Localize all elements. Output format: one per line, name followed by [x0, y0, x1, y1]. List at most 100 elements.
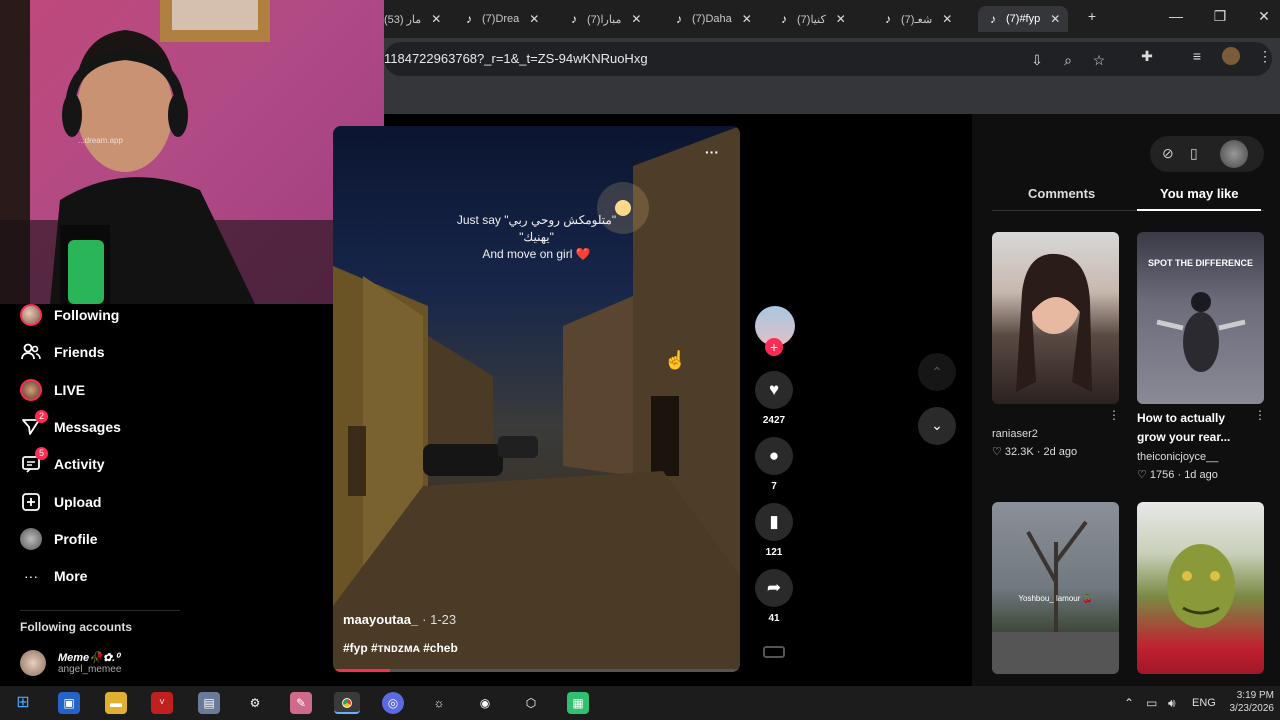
share-icon[interactable]: ➦: [755, 569, 793, 607]
windows-taskbar: ⊞ ▣ ▬ V ▤ ⚙ ✎ ◎ ☼ ◉ ⬡ ▦ ⌃ ▭ 🔊︎ ENG 3:19 …: [0, 686, 1280, 720]
card-likes-row: ♡ 32.3K · 2d ago: [992, 446, 1078, 458]
browser-tab[interactable]: (53) مار ✕: [384, 6, 441, 32]
discord-icon[interactable]: ◎: [382, 692, 404, 714]
video-author[interactable]: maayoutaa_: [343, 612, 418, 627]
close-tab-icon[interactable]: ✕: [836, 12, 846, 26]
tiktok-icon: ♪: [676, 12, 682, 26]
browser-tab[interactable]: ♪ مبارا(7) ✕: [567, 6, 641, 32]
tab-you-may-like[interactable]: You may like: [1160, 186, 1239, 201]
app-icon[interactable]: ☼: [428, 692, 450, 714]
messages-badge: 2: [35, 410, 48, 423]
browser-tab[interactable]: ♪ (7)Daha ✕: [672, 6, 752, 32]
sidebar-item-upload[interactable]: Upload: [20, 490, 101, 514]
windows-start-icon[interactable]: ⊞: [12, 692, 34, 714]
browser-tab[interactable]: ♪ شعـ(7) ✕: [881, 6, 952, 32]
tiktok-icon: ♪: [781, 12, 787, 26]
close-tab-icon[interactable]: ✕: [431, 12, 441, 26]
mini-player-icon[interactable]: [763, 646, 785, 658]
language-indicator[interactable]: ENG: [1192, 697, 1216, 709]
card-author[interactable]: raniaser2: [992, 428, 1038, 440]
volume-icon[interactable]: 🔊︎: [1168, 696, 1176, 711]
video-progress-track[interactable]: [333, 669, 740, 672]
close-window-button[interactable]: ✕: [1254, 8, 1274, 25]
extensions-icon[interactable]: ✚: [1138, 47, 1156, 65]
profile-avatar-icon[interactable]: [1222, 47, 1240, 65]
like-action[interactable]: ♥ 2427: [755, 371, 793, 426]
following-account-item[interactable]: Meme🥀✿.⁰ angel_memee: [20, 650, 121, 676]
store-icon[interactable]: ▣: [58, 692, 80, 714]
right-panel: ⊘ ▯ Comments You may like raniaser2 ♡ 32…: [972, 114, 1280, 686]
video-card-thumbnail[interactable]: Yoshbou_ lamour 🍒: [992, 502, 1119, 674]
sidebar-item-profile[interactable]: Profile: [20, 527, 98, 551]
messages-icon: 2: [20, 410, 48, 438]
share-action[interactable]: ➦ 41: [755, 569, 793, 624]
previous-video-button[interactable]: ⌃: [918, 353, 956, 391]
like-count: 2427: [762, 415, 786, 426]
video-more-icon[interactable]: ···: [705, 144, 719, 160]
bookmark-icon[interactable]: ▮: [755, 503, 793, 541]
sidebar-item-friends[interactable]: Friends: [20, 340, 105, 364]
minimize-button[interactable]: —: [1166, 8, 1186, 24]
voice-app-icon[interactable]: V: [151, 692, 173, 714]
clock[interactable]: 3:19 PM 3/23/2026: [1228, 689, 1275, 715]
install-app-icon[interactable]: ⇩: [1028, 51, 1046, 69]
maximize-button[interactable]: ❐: [1210, 8, 1230, 25]
sidebar-item-activity[interactable]: 5 Activity: [20, 447, 105, 476]
video-caption: Just say "متلومكش روحي ربي" "يهنيك" And …: [456, 213, 617, 261]
app-icon[interactable]: ⬡: [520, 692, 542, 714]
app-icon[interactable]: ▦: [567, 692, 589, 714]
card-thumbnail-image: [1016, 253, 1092, 392]
upload-icon: [20, 491, 42, 513]
video-player[interactable]: ··· Just say "متلومكش روحي ربي" "يهنيك" …: [333, 126, 740, 672]
compass-icon[interactable]: ⊘: [1162, 145, 1174, 162]
tab-comments[interactable]: Comments: [1028, 186, 1095, 201]
file-explorer-icon[interactable]: ▬: [105, 692, 127, 714]
video-card-thumbnail[interactable]: SPOT THE DIFFERENCE: [1137, 232, 1264, 404]
follow-plus-icon[interactable]: +: [765, 338, 783, 356]
browser-tab[interactable]: ♪ كنيا(7) ✕: [777, 6, 846, 32]
paint-icon[interactable]: ✎: [290, 692, 312, 714]
sidebar-item-live[interactable]: LIVE: [20, 378, 85, 402]
close-tab-icon[interactable]: ✕: [529, 12, 539, 26]
browser-menu-icon[interactable]: ⋮: [1256, 47, 1274, 65]
close-tab-icon[interactable]: ✕: [742, 12, 752, 26]
zoom-icon[interactable]: ⌕: [1059, 51, 1077, 69]
webcam-feed-image: [0, 0, 384, 304]
media-control-icon[interactable]: ≡: [1188, 47, 1206, 65]
card-more-icon[interactable]: ⋮: [1254, 408, 1266, 422]
card-title[interactable]: How to actually grow your rear...: [1137, 409, 1252, 447]
tray-chevron-icon[interactable]: ⌃: [1124, 696, 1134, 710]
save-action[interactable]: ▮ 121: [755, 503, 793, 558]
close-tab-icon[interactable]: ✕: [631, 12, 641, 26]
next-video-button[interactable]: ⌄: [918, 407, 956, 445]
video-card-thumbnail[interactable]: [1137, 502, 1264, 674]
heart-icon[interactable]: ♥: [755, 371, 793, 409]
device-icon[interactable]: ▯: [1190, 145, 1198, 162]
close-tab-icon[interactable]: ✕: [942, 12, 952, 26]
avatar-icon: [20, 304, 42, 326]
card-author[interactable]: theiconicjoyce__: [1137, 451, 1218, 463]
new-tab-button[interactable]: +: [1082, 8, 1102, 24]
browser-tab-active[interactable]: ♪ (7)#fyp ✕: [978, 6, 1069, 32]
creator-avatar[interactable]: +: [755, 306, 795, 356]
app-icon[interactable]: ▤: [198, 692, 220, 714]
url-text[interactable]: 1184722963768?_r=1&_t=ZS-94wKNRuoHxg: [384, 51, 648, 66]
tiktok-icon: ♪: [466, 12, 472, 26]
browser-tab[interactable]: ♪ (7)Drea ✕: [462, 6, 539, 32]
close-tab-icon[interactable]: ✕: [1050, 12, 1060, 26]
comment-action[interactable]: ● 7: [755, 437, 793, 492]
video-hashtags[interactable]: #fyp #ᴛɴᴅᴢᴍᴀ #cheb: [343, 641, 458, 655]
sidebar-item-following[interactable]: Following: [20, 303, 119, 327]
user-avatar-icon[interactable]: [1220, 140, 1248, 168]
save-count: 121: [765, 547, 783, 558]
chrome-icon[interactable]: [334, 692, 360, 714]
comment-icon[interactable]: ●: [755, 437, 793, 475]
network-icon[interactable]: ▭: [1146, 696, 1157, 710]
settings-icon[interactable]: ⚙: [244, 692, 266, 714]
video-card-thumbnail[interactable]: [992, 232, 1119, 404]
sidebar-item-messages[interactable]: 2 Messages: [20, 410, 121, 439]
card-more-icon[interactable]: ⋮: [1108, 408, 1120, 422]
sidebar-item-more[interactable]: ··· More: [20, 564, 87, 588]
bookmark-star-icon[interactable]: ☆: [1090, 51, 1108, 69]
app-icon[interactable]: ◉: [474, 692, 496, 714]
